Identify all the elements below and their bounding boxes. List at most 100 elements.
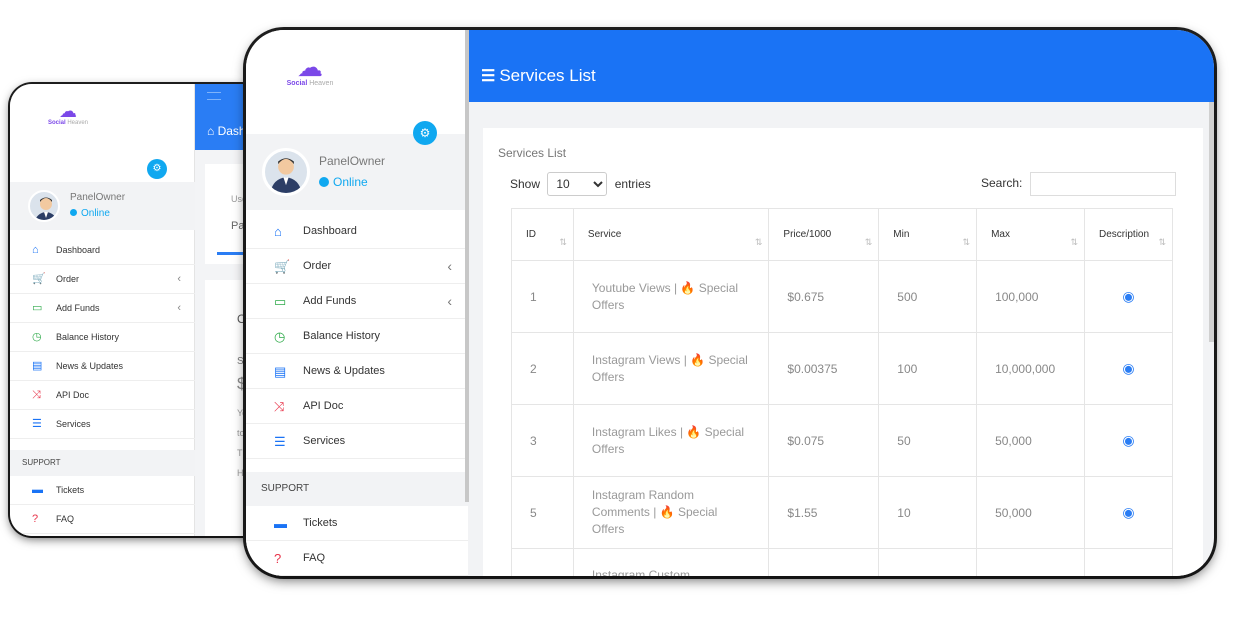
support-heading: SUPPORT (10, 450, 195, 476)
column-header-price[interactable]: Price/1000 ⇅ (768, 208, 880, 261)
cart-icon: 🛒 (274, 259, 291, 274)
column-header-service[interactable]: Service ⇅ (572, 208, 770, 261)
sidebar-item-order[interactable]: 🛒 Order ‹ (10, 265, 195, 294)
page-scrollbar[interactable] (1209, 102, 1214, 342)
cell-id (511, 548, 574, 576)
sidebar-item-tickets[interactable]: ▬ Tickets (246, 506, 468, 541)
sidebar-item-label: FAQ (56, 514, 75, 524)
page-title: ☰ Services List (481, 66, 596, 86)
help-icon: ? (32, 513, 39, 525)
cell-min (878, 548, 978, 576)
front-support-menu: ▬ Tickets ? FAQ (246, 506, 468, 576)
sidebar-item-label: Add Funds (56, 303, 100, 313)
history-icon: ◷ (274, 329, 286, 344)
description-cell (1084, 548, 1173, 576)
column-header-max[interactable]: Max ⇅ (976, 208, 1086, 261)
sidebar-item-news[interactable]: ▤ News & Updates (246, 354, 468, 389)
settings-gear-icon[interactable]: ⚙ (413, 121, 437, 145)
cell-service: Instagram Custom Comments (572, 548, 770, 576)
front-logo[interactable]: ☁ Social Heaven (280, 54, 340, 87)
sidebar-item-api-doc[interactable]: ⤨ API Doc (246, 389, 468, 424)
back-window: ☁ Social Heaven ⚙ PanelOwner Online ⌂ Das… (10, 84, 280, 536)
sidebar-item-services[interactable]: ☰ Services (246, 424, 468, 459)
chevron-left-icon: ‹ (447, 258, 452, 274)
column-header-min[interactable]: Min ⇅ (878, 208, 978, 261)
sidebar-item-balance-history[interactable]: ◷ Balance History (246, 319, 468, 354)
sidebar-item-label: Dashboard (56, 245, 101, 255)
sidebar-item-label: Order (303, 260, 332, 272)
screenshot-stage: ☁ Social Heaven ⚙ PanelOwner Online ⌂ Das… (0, 0, 1233, 618)
logo-text: Social Heaven (38, 120, 98, 126)
sidebar-item-add-funds[interactable]: ▭ Add Funds ‹ (10, 294, 195, 323)
avatar[interactable] (28, 190, 60, 222)
table-row: 2 Instagram Views | 🔥 Special Offers $0.… (511, 332, 1173, 405)
sidebar-item-services[interactable]: ☰ Services (10, 410, 195, 439)
home-icon: ⌂ (274, 224, 282, 239)
cell-service: Instagram Likes | 🔥 Special Offers (572, 404, 770, 477)
entries-select[interactable]: 10 (547, 172, 608, 196)
logo-bold: Social (286, 80, 308, 87)
description-eye-icon[interactable]: ◉ (1084, 476, 1173, 549)
sidebar-item-balance-history[interactable]: ◷ Balance History (10, 323, 195, 352)
back-menu: ⌂ Dashboard 🛒 Order ‹ ▭ Add Funds ‹ ◷ Balance … (10, 236, 195, 439)
cloud-logo-icon: ☁ (59, 101, 77, 121)
tab-underline (217, 252, 247, 255)
description-eye-icon[interactable]: ◉ (1084, 260, 1173, 333)
cell-service: Instagram Views | 🔥 Special Offers (572, 332, 770, 405)
sort-icon: ⇅ (1070, 237, 1079, 247)
cell-price: $1.55 (768, 476, 880, 549)
sidebar-item-label: Balance History (303, 330, 381, 342)
cell-id: 3 (511, 404, 574, 477)
logo-light: Heaven (309, 80, 334, 87)
sidebar-item-dashboard[interactable]: ⌂ Dashboard (10, 236, 195, 265)
search-input[interactable] (1029, 172, 1176, 196)
news-icon: ▤ (274, 364, 287, 379)
cell-min: 10 (878, 476, 978, 549)
cell-min: 100 (878, 332, 978, 405)
list-icon: ☰ (481, 68, 496, 85)
cell-max: 50,000 (976, 404, 1086, 477)
sidebar-item-faq[interactable]: ? FAQ (10, 505, 195, 534)
description-eye-icon[interactable]: ◉ (1084, 404, 1173, 477)
header-label: Price/1000 (783, 229, 832, 240)
sidebar-item-tickets[interactable]: ▬ Tickets (10, 476, 195, 505)
cell-max (976, 548, 1086, 576)
home-icon: ⌂ (32, 244, 39, 256)
sidebar-item-news[interactable]: ▤ News & Updates (10, 352, 195, 381)
header-label: Service (587, 229, 622, 240)
entries-label: entries (614, 177, 651, 191)
shuffle-icon: ⤨ (274, 399, 285, 414)
settings-gear-icon[interactable]: ⚙ (147, 159, 167, 179)
support-heading: SUPPORT (246, 472, 468, 506)
cell-price: $0.00375 (768, 332, 880, 405)
column-header-id[interactable]: ID ⇅ (511, 208, 574, 261)
cell-min: 500 (878, 260, 978, 333)
cell-id: 5 (511, 476, 574, 549)
sort-icon: ⇅ (962, 237, 971, 247)
sort-icon: ⇅ (864, 237, 873, 247)
sidebar-item-dashboard[interactable]: ⌂ Dashboard (246, 214, 468, 249)
chat-icon: ▬ (32, 484, 43, 496)
sidebar-item-add-funds[interactable]: ▭ Add Funds ‹ (246, 284, 468, 319)
cell-service: Youtube Views | 🔥 Special Offers (572, 260, 770, 333)
header-label: Max (991, 229, 1010, 240)
front-sidebar: ☁ Social Heaven PanelOwner Online ⚙ ⌂ Das… (246, 30, 469, 576)
back-logo[interactable]: ☁ Social Heaven (38, 102, 98, 126)
hamburger-icon[interactable] (207, 92, 221, 100)
sort-icon: ⇅ (754, 237, 763, 247)
services-card: Services List Show 10 entries Search: ID… (483, 128, 1203, 576)
news-icon: ▤ (32, 360, 43, 372)
logo-bold: Social (47, 120, 66, 126)
card-text: Use (231, 194, 248, 204)
sidebar-item-order[interactable]: 🛒 Order ‹ (246, 249, 468, 284)
column-header-description[interactable]: Description ⇅ (1084, 208, 1173, 261)
sidebar-item-faq[interactable]: ? FAQ (246, 541, 468, 576)
description-eye-icon[interactable]: ◉ (1084, 332, 1173, 405)
sidebar-item-label: Add Funds (303, 295, 357, 307)
sidebar-item-api-doc[interactable]: ⤨ API Doc (10, 381, 195, 410)
sidebar-item-label: FAQ (303, 552, 326, 564)
card-caption: Services List (498, 146, 567, 160)
search-label: Search: (981, 176, 1023, 191)
avatar[interactable] (262, 148, 310, 196)
cell-price: $0.675 (768, 260, 880, 333)
